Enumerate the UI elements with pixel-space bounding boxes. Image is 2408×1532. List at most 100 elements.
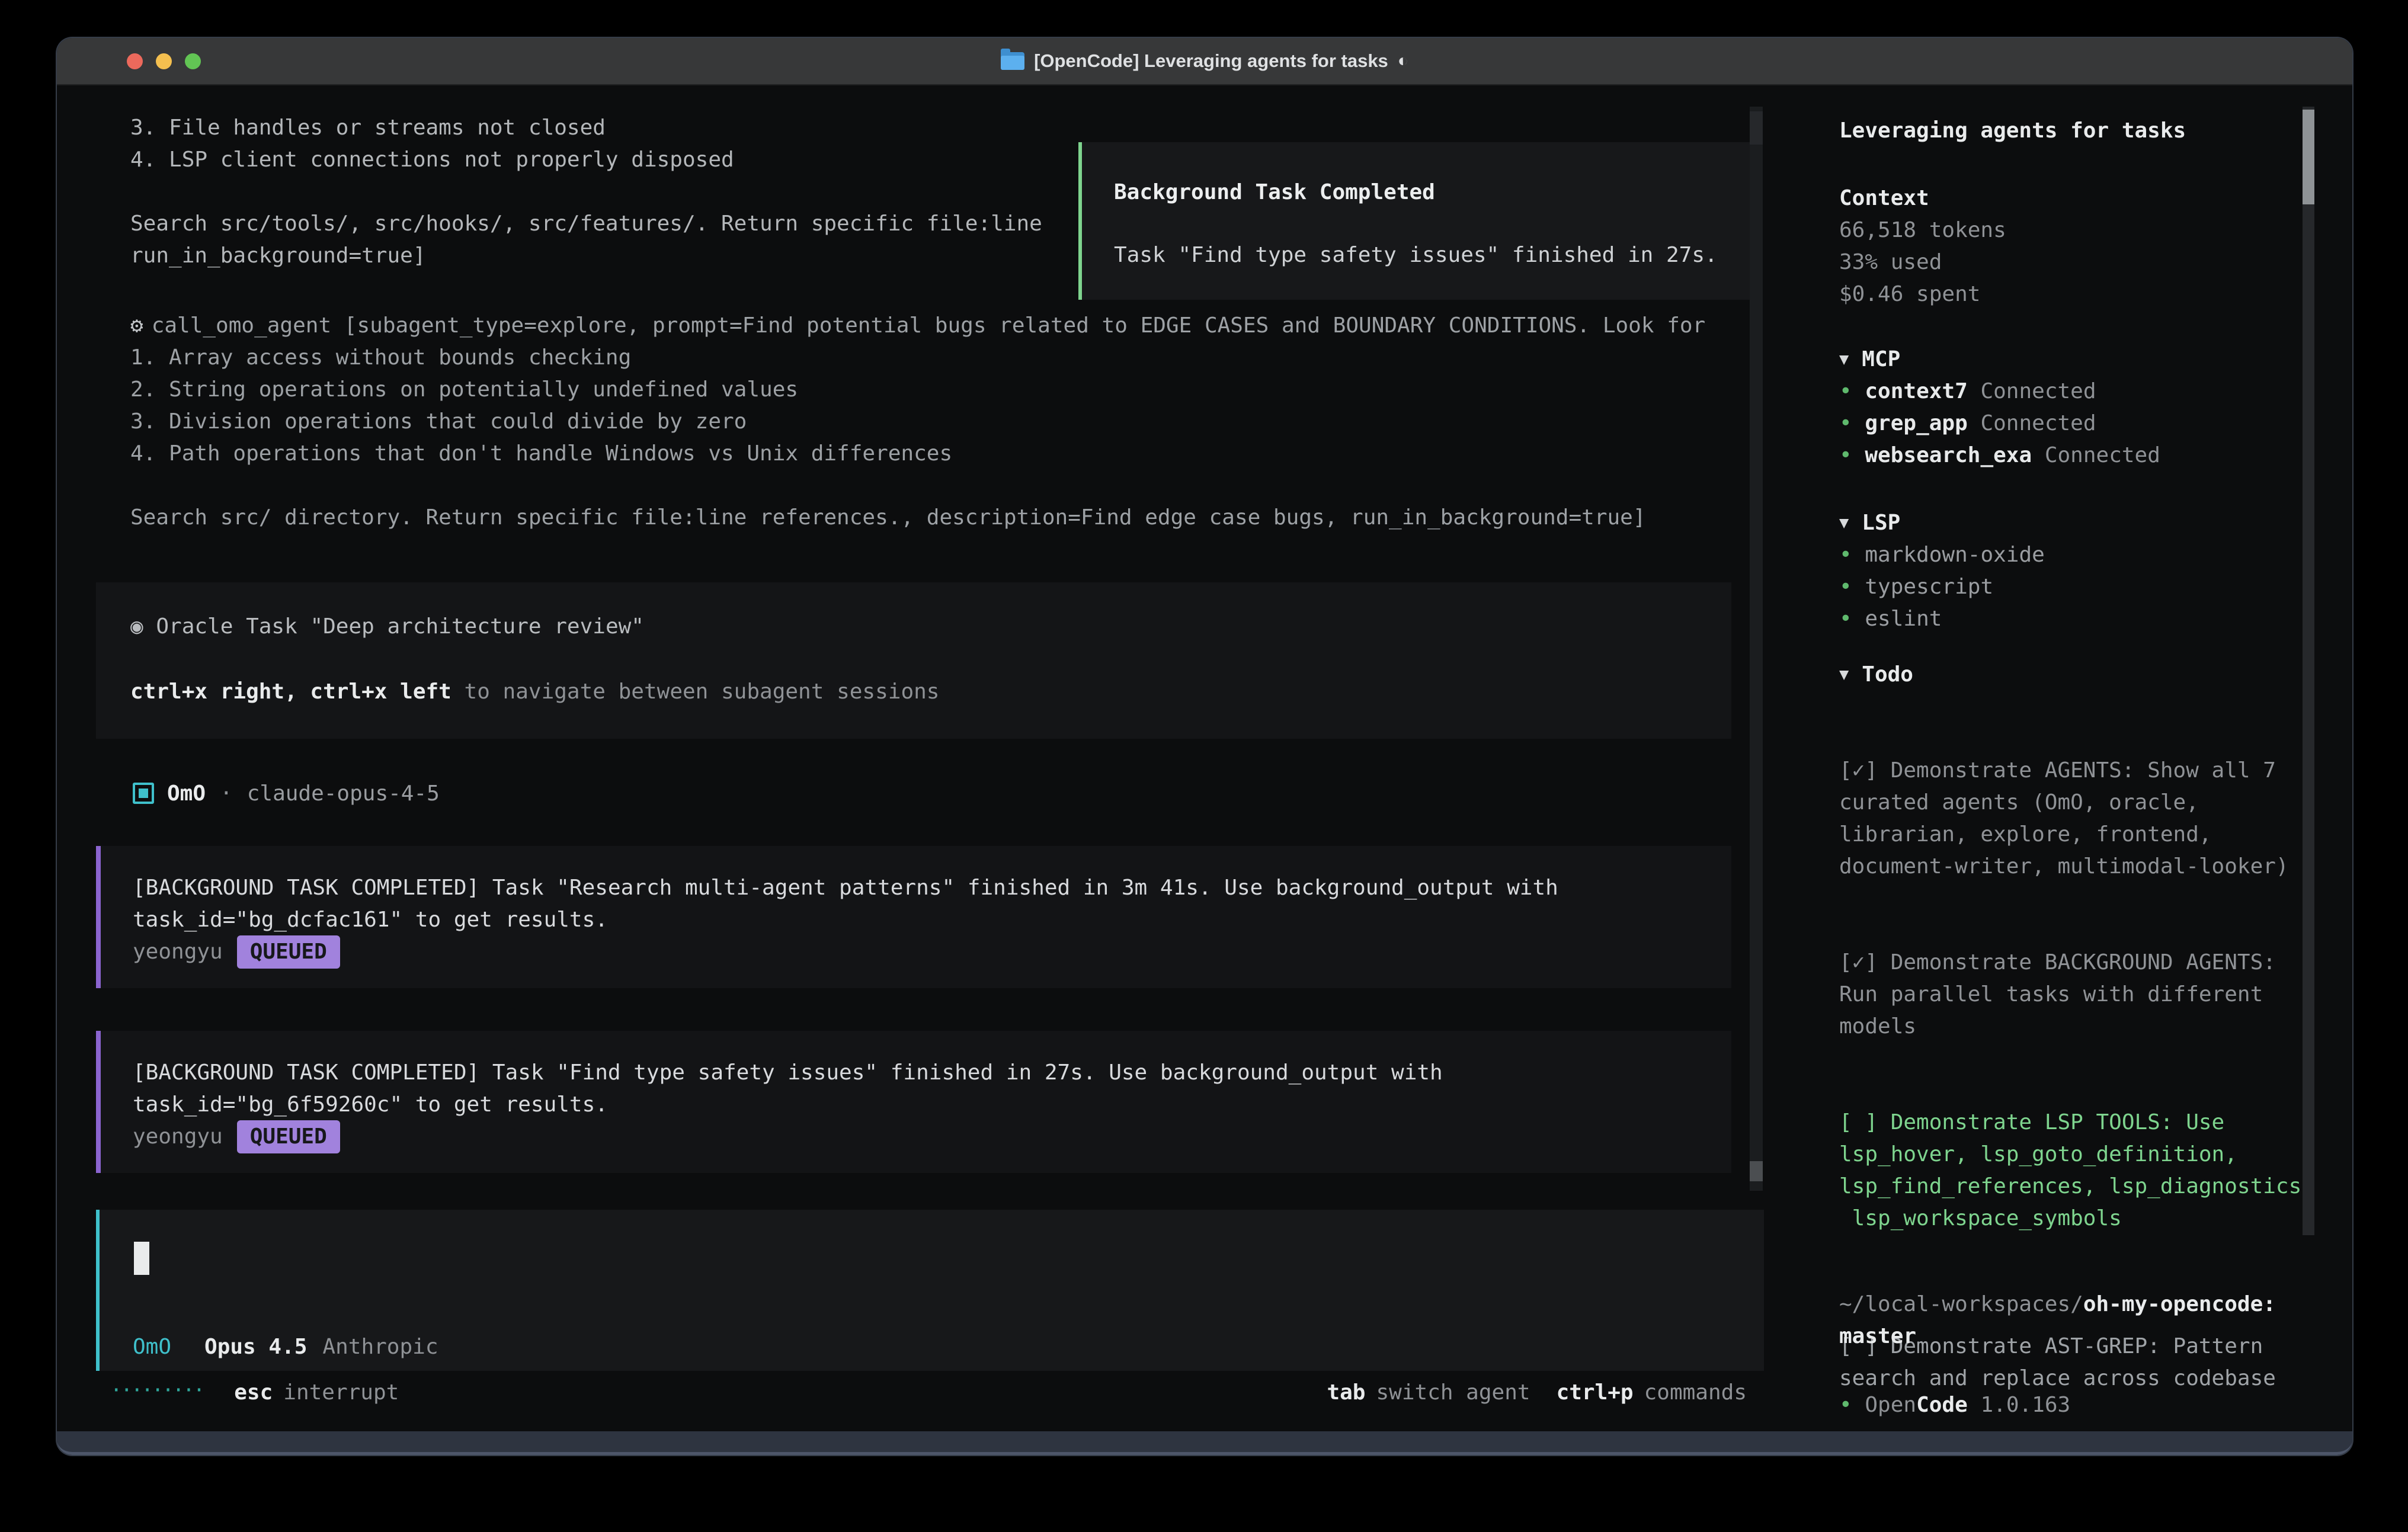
traffic-lights	[127, 38, 201, 84]
status-dot-icon: •	[1839, 411, 1852, 435]
text-cursor	[134, 1242, 149, 1275]
task-message-line: task_id="bg_dcfac161" to get results.	[133, 904, 1731, 936]
notification-title: Background Task Completed	[1114, 177, 1754, 209]
background-task-notification: Background Task Completed Task "Find typ…	[1078, 142, 1757, 300]
todo-section-header[interactable]: ▼Todo	[1839, 659, 1913, 691]
status-dot-icon: •	[1839, 607, 1852, 631]
context-heading: Context	[1839, 186, 1929, 210]
version-number: 1.0.163	[1980, 1393, 2070, 1417]
input-model-name: Opus 4.5	[204, 1335, 307, 1359]
lsp-section-header[interactable]: ▼ LSP	[1839, 507, 2045, 539]
titlebar[interactable]: [OpenCode] Leveraging agents for tasks ◐	[57, 38, 2352, 85]
queued-badge: QUEUED	[237, 935, 340, 969]
mcp-section: ▼MCP • context7 Connected • grep_app Conn…	[1839, 344, 2160, 472]
terminal-scrollbar[interactable]	[1750, 107, 1763, 1191]
task-meta-row: yeongyu QUEUED	[133, 936, 1731, 968]
brand-name-bold: Code	[1916, 1393, 1968, 1417]
terminal-scrollbar-thumb-top[interactable]	[1750, 111, 1763, 145]
mcp-item: • websearch_exa Connected	[1839, 443, 2160, 467]
tab-key-label: switch agent	[1376, 1380, 1530, 1405]
todo-item: [✓] Demonstrate AGENTS: Show all 7 curat…	[1839, 755, 2314, 883]
separator-dot: ·	[220, 781, 233, 806]
window-bottom-frame	[57, 1431, 2352, 1455]
todo-item: [✓] Demonstrate BACKGROUND AGENTS: Run p…	[1839, 947, 2314, 1043]
terminal-scrollbar-thumb[interactable]	[1750, 1161, 1763, 1181]
lsp-item: • eslint	[1839, 607, 1942, 631]
task-completed-message: [BACKGROUND TASK COMPLETED] Task "Find t…	[96, 1031, 1731, 1173]
gear-icon: ⚙	[130, 313, 143, 338]
status-dot-icon: •	[1839, 543, 1852, 567]
opencode-window: [OpenCode] Leveraging agents for tasks ◐…	[57, 38, 2352, 1455]
session-title: Leveraging agents for tasks	[1839, 115, 2186, 147]
tool-call-text: call_omo_agent [subagent_type=explore, p…	[152, 313, 1706, 338]
git-branch: master	[1839, 1321, 1916, 1352]
task-completed-message: [BACKGROUND TASK COMPLETED] Task "Resear…	[96, 846, 1731, 988]
spinner-icon: ◐	[1398, 51, 1408, 71]
oracle-task-title: ◉ Oracle Task "Deep architecture review"	[130, 611, 1731, 643]
lsp-item: • typescript	[1839, 575, 1993, 599]
zoom-window-button[interactable]	[185, 53, 201, 69]
agent-model: claude-opus-4-5	[247, 781, 440, 806]
input-provider-name: Anthropic	[322, 1335, 438, 1359]
oracle-task-box: ◉ Oracle Task "Deep architecture review"…	[96, 582, 1731, 739]
activity-dots-icon: ·········	[110, 1379, 203, 1402]
status-bar: ········· esc interrupt tab switch agent…	[110, 1374, 1747, 1410]
workspace-path-prefix: ~/local-workspaces/	[1839, 1292, 2083, 1316]
record-icon: ◉	[130, 614, 143, 639]
terminal-output-block: 3. File handles or streams not closed 4.…	[130, 112, 1042, 272]
esc-key-hint: esc	[234, 1380, 273, 1405]
todo-item: [ ] Demonstrate LSP TOOLS: Use lsp_hover…	[1839, 1107, 2314, 1235]
hint-text: to navigate between subagent sessions	[451, 680, 940, 704]
chevron-down-icon: ▼	[1839, 659, 1849, 691]
task-meta-row: yeongyu QUEUED	[133, 1121, 1731, 1153]
lsp-item: • markdown-oxide	[1839, 543, 2045, 567]
status-dot-icon: •	[1839, 379, 1852, 403]
mcp-section-header[interactable]: ▼MCP	[1839, 344, 2160, 376]
status-dot-icon: •	[1839, 443, 1852, 467]
window-title: [OpenCode] Leveraging agents for tasks	[1034, 50, 1388, 72]
lsp-heading: LSP	[1862, 507, 1900, 539]
workspace-path-repo: oh-my-opencode:	[2083, 1292, 2276, 1316]
mcp-item: • grep_app Connected	[1839, 411, 2096, 435]
sidebar-scrollbar[interactable]	[2303, 107, 2314, 1235]
status-bar-right: tab switch agent ctrl+p commands	[1327, 1380, 1747, 1405]
workspace-path: ~/local-workspaces/oh-my-opencode:	[1839, 1289, 2276, 1321]
task-message-line: task_id="bg_6f59260c" to get results.	[133, 1089, 1731, 1121]
queued-badge: QUEUED	[237, 1120, 340, 1153]
app-version-row: • OpenCode 1.0.163	[1839, 1389, 2070, 1421]
desktop: [OpenCode] Leveraging agents for tasks ◐…	[0, 0, 2408, 1532]
tool-call-line: ⚙ call_omo_agent [subagent_type=explore, …	[130, 310, 1748, 342]
task-user: yeongyu	[133, 1121, 223, 1153]
input-meta-row: OmO Opus 4.5 Anthropic	[133, 1331, 438, 1363]
chevron-down-icon: ▼	[1839, 507, 1849, 539]
task-message-line: [BACKGROUND TASK COMPLETED] Task "Resear…	[133, 872, 1731, 904]
status-dot-icon: •	[1839, 575, 1852, 599]
context-section: Context 66,518 tokens 33% used $0.46 spe…	[1839, 182, 2006, 310]
hint-keys: ctrl+x right, ctrl+x left	[130, 680, 451, 704]
close-window-button[interactable]	[127, 53, 143, 69]
subagent-navigation-hint: ctrl+x right, ctrl+x left to navigate be…	[130, 676, 1731, 708]
input-agent-name: OmO	[133, 1335, 171, 1359]
tool-call-body: 1. Array access without bounds checking …	[130, 342, 1646, 534]
task-message-line: [BACKGROUND TASK COMPLETED] Task "Find t…	[133, 1057, 1731, 1089]
folder-icon	[1001, 52, 1024, 70]
prompt-input[interactable]: OmO Opus 4.5 Anthropic	[96, 1210, 1764, 1371]
chevron-down-icon: ▼	[1839, 344, 1849, 376]
lsp-section: ▼ LSP • markdown-oxide • typescript • esli…	[1839, 507, 2045, 635]
ctrl-p-key-label: commands	[1644, 1380, 1747, 1405]
notification-body: Task "Find type safety issues" finished …	[1114, 239, 1754, 271]
window-title-group: [OpenCode] Leveraging agents for tasks ◐	[1001, 50, 1408, 72]
minimize-window-button[interactable]	[156, 53, 172, 69]
context-tokens: 66,518 tokens	[1839, 218, 2006, 242]
context-used: 33% used	[1839, 250, 1942, 274]
omo-agent-icon	[133, 783, 154, 804]
ctrl-p-key-hint: ctrl+p	[1557, 1380, 1634, 1405]
agent-name: OmO	[167, 781, 206, 806]
sidebar-scrollbar-thumb[interactable]	[2303, 110, 2314, 204]
task-user: yeongyu	[133, 936, 223, 968]
mcp-item: • context7 Connected	[1839, 379, 2096, 403]
context-spent: $0.46 spent	[1839, 282, 1980, 306]
tab-key-hint: tab	[1327, 1380, 1365, 1405]
status-dot-icon: •	[1839, 1393, 1852, 1417]
active-agent-row: OmO · claude-opus-4-5	[133, 777, 440, 809]
